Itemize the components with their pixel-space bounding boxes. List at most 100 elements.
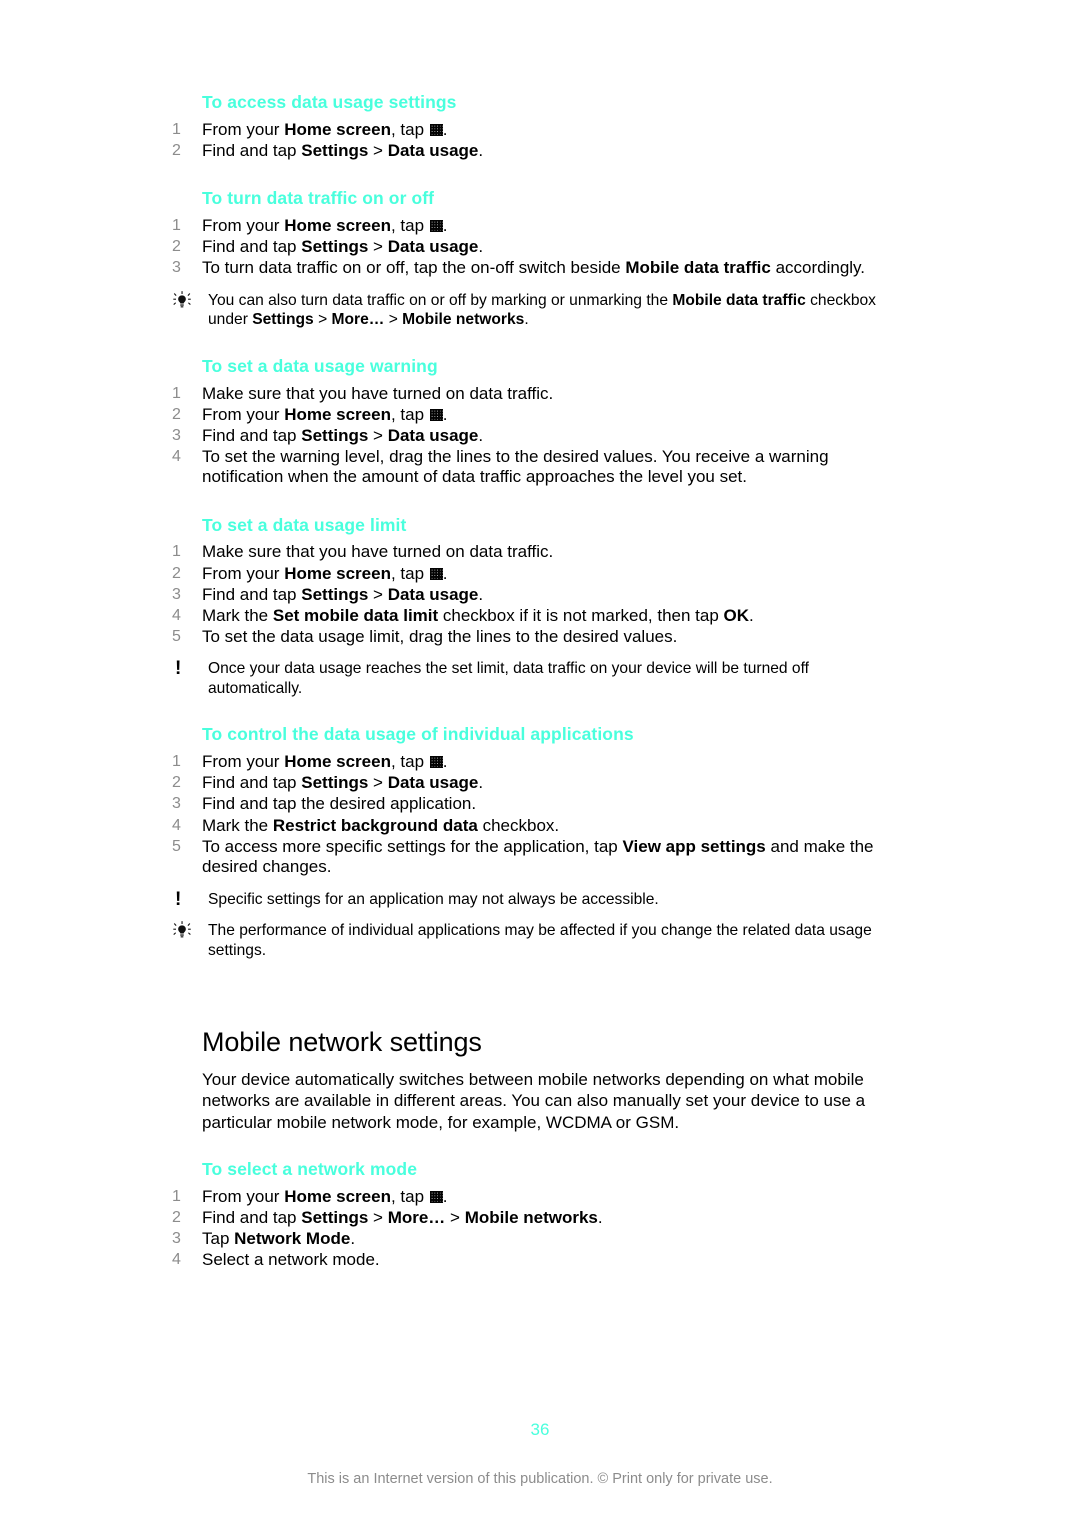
step-number: 2	[172, 774, 181, 792]
step-text: From your Home screen, tap .	[202, 752, 448, 772]
document-page: To access data usage settings 1 From your …	[0, 0, 1080, 1527]
step-number: 4	[172, 606, 181, 624]
callout-text: You can also turn data traffic on or off…	[208, 291, 876, 329]
callout-tip: The performance of individual applicatio…	[172, 921, 897, 960]
step-text: Find and tap Settings > More… > Mobile n…	[202, 1208, 603, 1228]
callout-text: Specific settings for an application may…	[208, 890, 659, 908]
step-number: 1	[172, 216, 181, 234]
step-item: 1 From your Home screen, tap .	[172, 752, 897, 773]
callout-tip: You can also turn data traffic on or off…	[172, 290, 897, 330]
step-text: Find and tap Settings > Data usage.	[202, 584, 484, 604]
procedure-section: To select a network mode 1 From your Home …	[172, 1159, 897, 1271]
step-number: 1	[172, 753, 181, 771]
step-text: Select a network mode.	[202, 1250, 380, 1270]
lightbulb-icon	[172, 290, 198, 311]
procedure-section: To control the data usage of individual …	[172, 724, 897, 960]
step-item: 3 To turn data traffic on or off, tap the…	[172, 258, 897, 279]
exclamation-icon: !	[175, 658, 182, 680]
step-item: 1 From your Home screen, tap .	[172, 216, 897, 237]
step-text: To access more specific settings for the…	[202, 836, 874, 877]
callout-text: The performance of individual applicatio…	[208, 922, 872, 959]
step-number: 5	[172, 627, 181, 645]
step-number: 1	[172, 120, 181, 138]
app-drawer-icon	[429, 756, 443, 769]
step-number: 3	[172, 795, 181, 813]
step-number: 2	[172, 564, 181, 582]
step-number: 2	[172, 405, 181, 423]
app-drawer-icon	[429, 1191, 443, 1204]
step-item: 1 Make sure that you have turned on data …	[172, 542, 897, 563]
page-content: To access data usage settings 1 From your …	[172, 92, 897, 1271]
step-text: Find and tap Settings > Data usage.	[202, 237, 484, 257]
step-item: 2 Find and tap Settings > Data usage.	[172, 237, 897, 258]
step-item: 1 Make sure that you have turned on data …	[172, 384, 897, 405]
step-text: Make sure that you have turned on data t…	[202, 383, 554, 403]
step-number: 4	[172, 816, 181, 834]
step-number: 3	[172, 1230, 181, 1248]
chapter-intro: Your device automatically switches betwe…	[202, 1069, 866, 1132]
step-item: 5 To set the data usage limit, drag the l…	[172, 627, 897, 648]
step-number: 3	[172, 585, 181, 603]
step-item: 3 Find and tap Settings > Data usage.	[172, 426, 897, 447]
sections-container: To access data usage settings 1 From your …	[172, 92, 897, 986]
step-text: Mark the Restrict background data checkb…	[202, 815, 560, 835]
step-number: 3	[172, 426, 181, 444]
step-number: 2	[172, 141, 181, 159]
step-list: 1 Make sure that you have turned on data …	[172, 384, 897, 488]
step-number: 1	[172, 543, 181, 561]
step-list: 1 From your Home screen, tap . 2 Find and t…	[172, 216, 897, 279]
step-number: 1	[172, 384, 181, 402]
section-heading: To set a data usage limit	[202, 514, 407, 535]
step-item: 4 To set the warning level, drag the line…	[172, 447, 897, 488]
step-list: 1 From your Home screen, tap . 2 Find and t…	[172, 120, 897, 162]
step-item: 3 Find and tap Settings > Data usage.	[172, 585, 897, 606]
lightbulb-icon	[172, 921, 198, 941]
app-drawer-icon	[429, 408, 443, 421]
step-number: 4	[172, 447, 181, 465]
step-text: To set the data usage limit, drag the li…	[202, 626, 678, 646]
step-number: 1	[172, 1188, 181, 1206]
step-list: 1 Make sure that you have turned on data …	[172, 542, 897, 647]
step-item: 4 Mark the Restrict background data check…	[172, 816, 897, 837]
procedure-section: To set a data usage limit 1 Make sure that…	[172, 515, 897, 699]
step-list: 1 From your Home screen, tap . 2 Find and t…	[172, 1187, 897, 1271]
step-text: Find and tap Settings > Data usage.	[202, 773, 484, 793]
step-text: Find and tap the desired application.	[202, 794, 477, 814]
step-number: 5	[172, 837, 181, 855]
section-heading: To control the data usage of individual …	[202, 724, 634, 745]
exclamation-icon: !	[175, 888, 182, 910]
app-drawer-icon	[429, 123, 443, 136]
step-text: To set the warning level, drag the lines…	[202, 446, 829, 487]
step-number: 3	[172, 259, 181, 277]
step-item: 2 Find and tap Settings > More… > Mobile …	[172, 1208, 897, 1229]
step-text: Find and tap Settings > Data usage.	[202, 425, 484, 445]
step-text: Make sure that you have turned on data t…	[202, 542, 554, 562]
step-item: 3 Find and tap the desired application.	[172, 794, 897, 815]
step-item: 1 From your Home screen, tap .	[172, 120, 897, 141]
section-heading: To select a network mode	[202, 1159, 418, 1180]
step-text: Find and tap Settings > Data usage.	[202, 140, 484, 160]
step-text: To turn data traffic on or off, tap the …	[202, 258, 866, 278]
step-item: 2 From your Home screen, tap .	[172, 405, 897, 426]
procedure-section: To set a data usage warning 1 Make sure th…	[172, 356, 897, 488]
step-text: From your Home screen, tap .	[202, 563, 448, 583]
app-drawer-icon	[429, 567, 443, 580]
section-heading: To set a data usage warning	[202, 355, 438, 376]
step-text: From your Home screen, tap .	[202, 1187, 448, 1207]
section-heading: To turn data traffic on or off	[202, 188, 435, 209]
step-list: 1 From your Home screen, tap . 2 Find and t…	[172, 752, 897, 878]
callout-note: ! Specific settings for an application ma…	[172, 890, 897, 910]
step-text: Tap Network Mode.	[202, 1229, 356, 1249]
step-item: 1 From your Home screen, tap .	[172, 1187, 897, 1208]
step-number: 4	[172, 1251, 181, 1269]
step-text: Mark the Set mobile data limit checkbox …	[202, 605, 754, 625]
step-item: 4 Mark the Set mobile data limit checkbox…	[172, 606, 897, 627]
step-item: 2 Find and tap Settings > Data usage.	[172, 141, 897, 162]
step-item: 3 Tap Network Mode.	[172, 1229, 897, 1250]
